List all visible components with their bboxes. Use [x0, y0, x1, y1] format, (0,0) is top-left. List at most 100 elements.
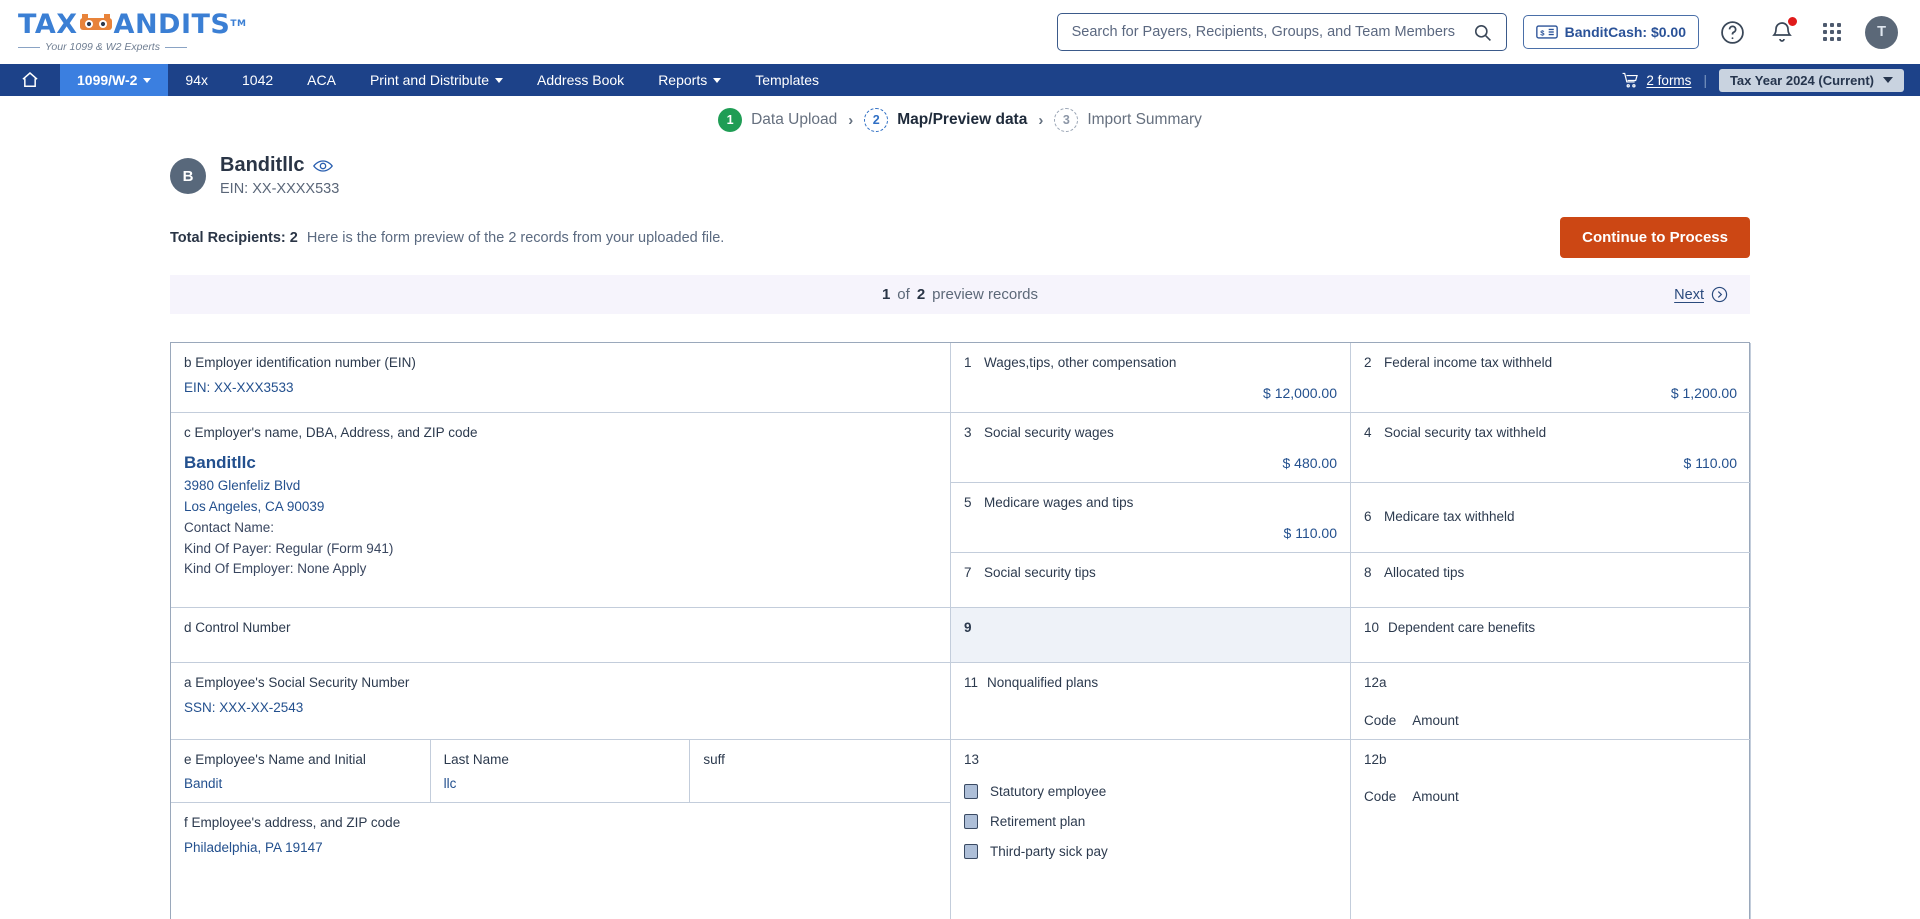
nav-item-print-and-distribute[interactable]: Print and Distribute — [353, 64, 520, 96]
next-label: Next — [1674, 286, 1704, 303]
nav-item-1042[interactable]: 1042 — [225, 64, 290, 96]
box-3-label-row: 3 Social security wages — [964, 424, 1337, 443]
payer-summary: B Banditllc EIN: XX-XXXX533 — [170, 144, 1750, 197]
box-number: 8 — [1364, 564, 1372, 580]
box-12a: 12a Code Amount — [1351, 662, 1751, 740]
box-number: 6 — [1364, 508, 1372, 524]
total-recipients-label: Total Recipients: 2 — [170, 229, 298, 246]
nav-label: ACA — [307, 72, 336, 88]
box-label: Wages,tips, other compensation — [984, 355, 1177, 370]
bandit-cash-button[interactable]: $ BanditCash: $0.00 — [1522, 15, 1699, 49]
box-5-label-row: 5 Medicare wages and tips — [964, 494, 1337, 513]
nav-item-aca[interactable]: ACA — [290, 64, 353, 96]
box-6-label-row: 6 Medicare tax withheld — [1364, 508, 1515, 527]
tax-year-dropdown[interactable]: Tax Year 2024 (Current) — [1718, 68, 1904, 92]
notification-badge — [1787, 16, 1798, 27]
svg-text:$: $ — [1540, 28, 1545, 37]
box-9-label-row: 9 — [964, 619, 1337, 638]
box-number: 4 — [1364, 424, 1372, 440]
main-content: B Banditllc EIN: XX-XXXX533 Total Recipi… — [0, 144, 1920, 919]
employer-name: Banditllc — [184, 452, 256, 472]
search-box[interactable] — [1056, 13, 1507, 51]
box-b-value: EIN: XX-XXX3533 — [184, 379, 294, 395]
checkbox-row-retirement-plan[interactable]: Retirement plan — [964, 814, 1337, 830]
home-icon[interactable] — [0, 64, 60, 96]
box-f-value: Philadelphia, PA 19147 — [184, 840, 323, 856]
box-d-label: d Control Number — [184, 619, 291, 635]
step-label: Data Upload — [751, 111, 838, 128]
nav-item-reports[interactable]: Reports — [641, 64, 738, 96]
checkbox-third-party-sick-pay[interactable] — [964, 844, 978, 860]
shopping-cart-icon — [1621, 72, 1639, 89]
box-8-allocated-tips: 8 Allocated tips — [1351, 552, 1751, 608]
employer-kind-of-payer: Kind Of Payer: Regular (Form 941) — [184, 540, 394, 556]
search-icon[interactable] — [1473, 23, 1492, 42]
top-header: TAX ANDITS TM Your 1099 & W2 Experts Sea… — [0, 0, 1920, 64]
box-label: Social security wages — [984, 424, 1114, 440]
box-11-nonqualified-plans: 11 Nonqualified plans — [951, 662, 1351, 740]
box-number: 3 — [964, 424, 972, 440]
box-2-label-row: 2 Federal income tax withheld — [1364, 354, 1737, 373]
nav-label: Print and Distribute — [369, 72, 490, 88]
checkbox-row-third-party-sick-pay[interactable]: Third-party sick pay — [964, 844, 1337, 860]
tagline-rule-right — [164, 46, 187, 48]
checkbox-retirement-plan[interactable] — [964, 814, 978, 830]
cart-forms-link[interactable]: 2 forms — [1621, 72, 1691, 89]
checkbox-row-statutory-employee[interactable]: Statutory employee — [964, 784, 1337, 800]
step-arrow-icon: › — [1038, 111, 1044, 129]
box-f-employee-address: f Employee's address, and ZIP code Phila… — [171, 803, 951, 919]
apps-grid-icon[interactable] — [1815, 15, 1849, 49]
eye-icon[interactable] — [313, 159, 334, 173]
box-a-value: SSN: XXX-XX-2543 — [184, 699, 304, 715]
box-label: Medicare tax withheld — [1384, 508, 1515, 524]
amount-label: Amount — [1412, 712, 1459, 728]
logo-tagline-text: Your 1099 & W2 Experts — [45, 41, 160, 53]
box-4-value: $ 110.00 — [1683, 454, 1737, 471]
tagline-rule-left — [18, 46, 40, 48]
step-number: 1 — [718, 108, 743, 132]
step-map-preview-data[interactable]: 2 Map/Preview data — [864, 108, 1027, 132]
app-logo[interactable]: TAX ANDITS TM Your 1099 & W2 Experts — [18, 9, 246, 53]
box-e-first-name: e Employee's Name and Initial Bandit — [171, 739, 431, 803]
employee-name-split: e Employee's Name and Initial Bandit Las… — [171, 739, 950, 803]
continue-to-process-button[interactable]: Continue to Process — [1560, 217, 1750, 258]
box-a-label: a Employee's Social Security Number — [184, 674, 410, 690]
logo-text-bandits: ANDITS — [113, 9, 231, 40]
checkbox-statutory-employee[interactable] — [964, 784, 978, 800]
box-2-value: $ 1,200.00 — [1670, 384, 1737, 401]
checkbox-label: Third-party sick pay — [990, 844, 1108, 860]
box-b-ein: b Employer identification number (EIN) E… — [171, 343, 951, 413]
last-name-label: Last Name — [443, 751, 509, 767]
nav-item-94x[interactable]: 94x — [168, 64, 225, 96]
next-record-link[interactable]: Next — [1674, 286, 1728, 303]
box-4-label-row: 4 Social security tax withheld — [1364, 424, 1737, 443]
user-avatar[interactable]: T — [1865, 15, 1898, 49]
step-import-summary[interactable]: 3 Import Summary — [1054, 108, 1202, 132]
box-12a-label: 12a — [1364, 674, 1387, 690]
nav-item-templates[interactable]: Templates — [738, 64, 836, 96]
box-number: 5 — [964, 494, 972, 510]
box-c-employer: c Employer's name, DBA, Address, and ZIP… — [171, 412, 951, 608]
step-data-upload[interactable]: 1 Data Upload — [718, 108, 837, 132]
box-number: 1 — [964, 355, 972, 370]
payer-ein: EIN: XX-XXXX533 — [220, 181, 340, 197]
box-12b-label: 12b — [1364, 751, 1387, 767]
search-input[interactable] — [1071, 24, 1473, 40]
notifications-bell-icon[interactable] — [1765, 15, 1799, 49]
box-label: Social security tax withheld — [1384, 424, 1547, 440]
help-icon[interactable] — [1715, 15, 1749, 49]
box-label: Dependent care benefits — [1388, 619, 1536, 635]
nav-item-1099-w2[interactable]: 1099/W-2 — [60, 64, 169, 96]
box-e-label: e Employee's Name and Initial — [184, 751, 366, 767]
suffix-label: suff — [703, 751, 725, 767]
nav-label: 94x — [185, 72, 208, 88]
logo-text-tax: TAX — [18, 9, 78, 40]
chevron-down-icon — [713, 77, 722, 83]
box-7-label-row: 7 Social security tips — [964, 564, 1337, 583]
nav-item-address-book[interactable]: Address Book — [520, 64, 641, 96]
box-12b: 12b Code Amount — [1351, 739, 1751, 919]
nav-right-section: 2 forms | Tax Year 2024 (Current) — [1621, 64, 1920, 96]
employer-address-line1: 3980 Glenfeliz Blvd — [184, 477, 301, 493]
box-1-value: $ 12,000.00 — [1263, 384, 1337, 401]
nav-label: 1042 — [242, 72, 274, 88]
